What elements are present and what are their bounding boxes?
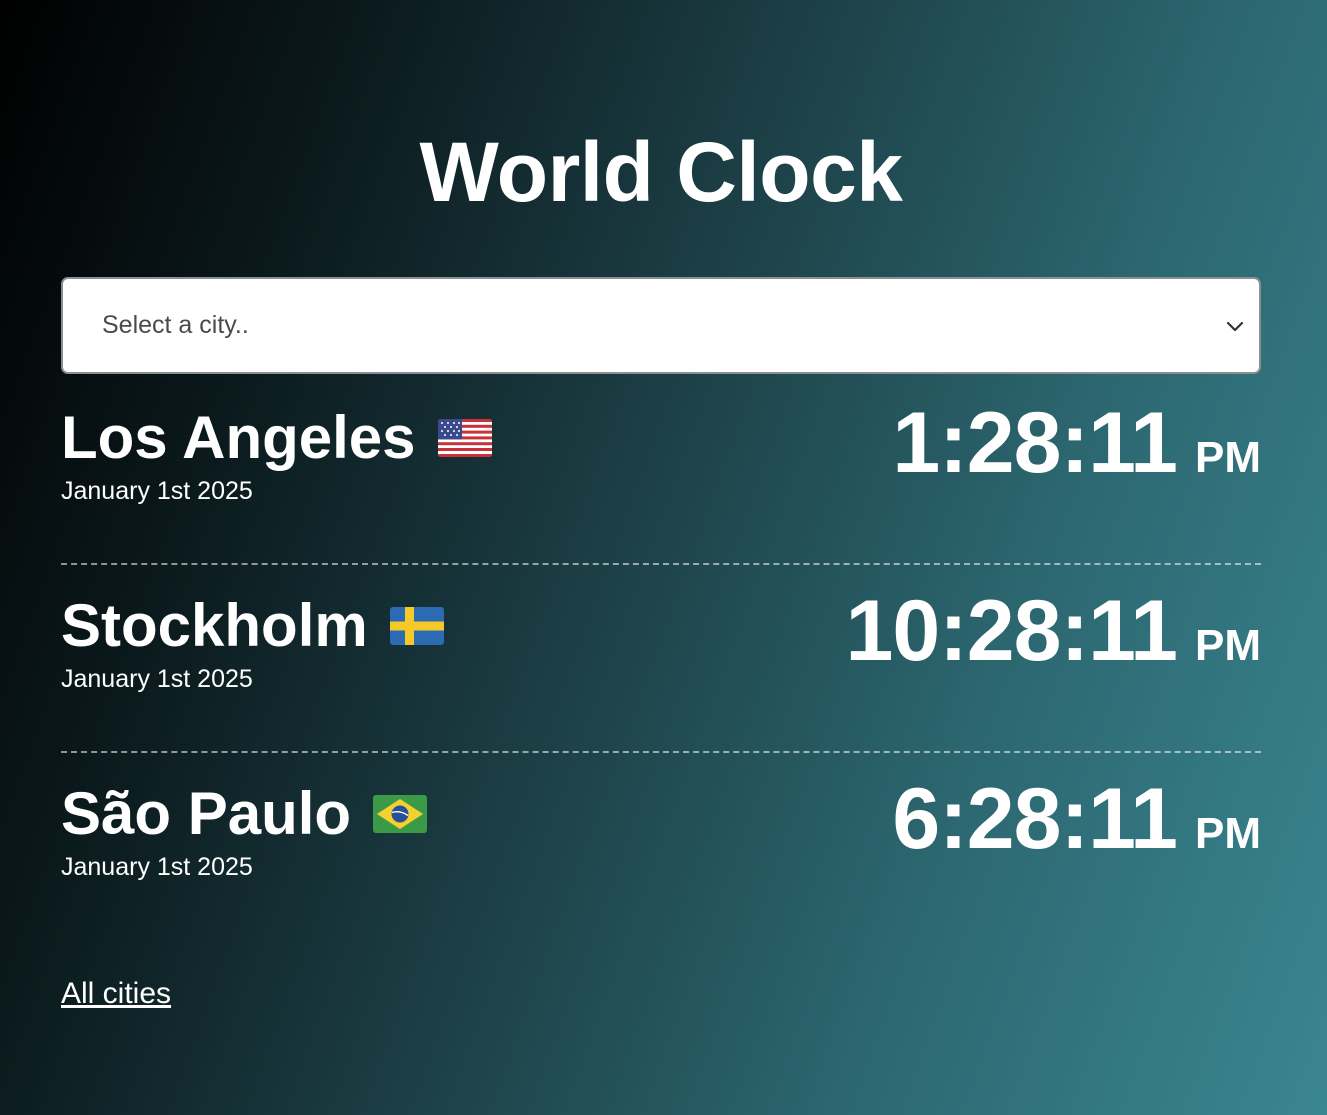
city-name: Stockholm [61,592,368,659]
time-ampm: PM [1195,433,1261,482]
time-value: 10:28:11 [845,583,1178,679]
city-name-row: Los Angeles [61,403,492,473]
city-date: January 1st 2025 [61,853,253,881]
flag-united-states-icon [437,419,492,457]
city-time: 1:28:11 PM [892,393,1261,493]
time-ampm: PM [1195,621,1261,670]
city-name-row: São Paulo [61,779,428,849]
all-cities-link[interactable]: All cities [61,977,171,1011]
city-select[interactable]: Select a city.. [61,277,1261,374]
page-title: World Clock [419,125,904,219]
city-name: Los Angeles [61,404,416,471]
city-select-placeholder: Select a city.. [102,311,249,339]
flag-sweden-icon [389,607,444,645]
flag-brazil-icon [373,795,428,833]
city-row-los-angeles: Los Angeles January 1st 2025 1:28:11 PM [61,375,1261,565]
city-date: January 1st 2025 [61,477,253,505]
time-ampm: PM [1195,809,1261,858]
city-time: 6:28:11 PM [892,769,1261,869]
city-name: São Paulo [61,780,352,847]
city-row-stockholm: Stockholm January 1st 2025 10:28:11 PM [61,563,1261,753]
time-value: 6:28:11 [892,771,1178,867]
city-date: January 1st 2025 [61,665,253,693]
time-value: 1:28:11 [892,395,1178,491]
city-name-row: Stockholm [61,591,444,661]
chevron-down-icon [1225,317,1245,337]
city-row-sao-paulo: São Paulo January 1st 2025 6:28:11 PM [61,751,1261,939]
city-time: 10:28:11 PM [845,581,1261,681]
